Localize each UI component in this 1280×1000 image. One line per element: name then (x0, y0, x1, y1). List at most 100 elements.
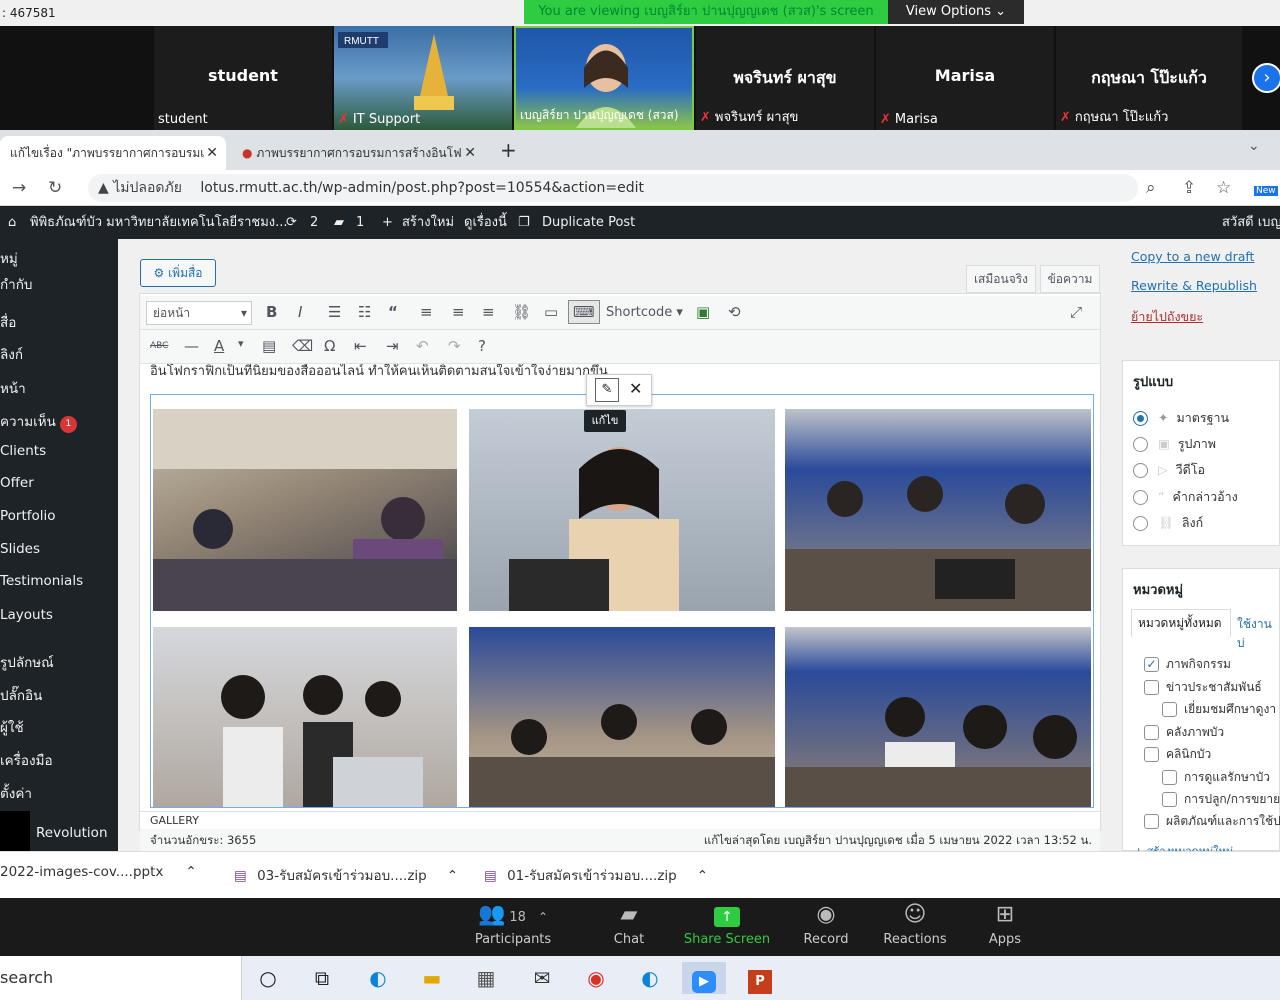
home-icon[interactable]: ⌂ (8, 207, 16, 239)
numbered-list-icon[interactable]: ☷ (358, 303, 371, 321)
italic-icon[interactable]: I (298, 303, 302, 321)
sidebar-item-clients[interactable]: Clients (0, 443, 46, 459)
edit-pencil-icon[interactable]: ✎ (595, 378, 619, 402)
sidebar-item-links[interactable]: ลิงก์ (0, 343, 23, 365)
participant-tile[interactable]: กฤษณา โป๊ะแก้ว ✗ กฤษณา โป๊ะแก้ว (1056, 26, 1242, 130)
add-category-link[interactable]: + สร้างหมวดหมู่ใหม่ (1134, 842, 1233, 851)
redo-icon[interactable]: ↷ (448, 337, 461, 355)
gallery-photo[interactable] (153, 627, 457, 807)
duplicate-icon[interactable]: ❐ (518, 207, 530, 239)
sidebar-item-media[interactable]: สื่อ (0, 311, 16, 333)
next-page-arrow-icon[interactable]: › (1252, 63, 1280, 93)
sidebar-item-tools[interactable]: เครื่องมือ (0, 749, 53, 771)
browser-tab-view[interactable]: ● ภาพบรรยากาศการอบรมการสร้างอินโฟ ✕ (232, 136, 484, 170)
cortana-icon[interactable]: ○ (250, 962, 286, 994)
move-to-trash-link[interactable]: ย้ายไปถังขยะ (1131, 307, 1203, 327)
help-icon[interactable]: ? (478, 337, 486, 355)
record-button[interactable]: ◉ Record (781, 898, 871, 947)
format-radio-quote[interactable]: “คำกล่าวอ้าง (1133, 487, 1238, 507)
sidebar-item-pages[interactable]: หน้า (0, 377, 26, 399)
horizontal-line-icon[interactable]: — (184, 337, 199, 355)
updates-count[interactable]: 2 (310, 207, 318, 239)
tab-text[interactable]: ข้อความ (1040, 265, 1100, 293)
view-options-button[interactable]: View Options ⌄ (888, 0, 1024, 24)
align-center-icon[interactable]: ≡ (452, 303, 465, 321)
sidebar-item-portfolio[interactable]: Portfolio (0, 508, 56, 524)
store-icon[interactable]: ▦ (468, 962, 504, 994)
chevron-down-icon[interactable]: ▾ (238, 337, 244, 350)
comment-icon[interactable]: ▰ (334, 207, 344, 239)
blockquote-icon[interactable]: “ (388, 303, 398, 321)
undo-icon[interactable]: ↶ (416, 337, 429, 355)
duplicate-post-link[interactable]: Duplicate Post (542, 207, 635, 239)
rewrite-republish-link[interactable]: Rewrite & Republish (1131, 278, 1257, 293)
remove-icon[interactable]: ✕ (629, 379, 642, 398)
category-checkbox[interactable]: การปลูก/การขยาย (1162, 790, 1280, 809)
mail-icon[interactable]: ✉ (524, 962, 560, 994)
user-greeting[interactable]: สวัสดี เบญ (1222, 207, 1280, 239)
download-item[interactable]: 2022-images-cov....pptx ⌃ (0, 864, 197, 880)
category-checkbox[interactable]: ข่าวประชาสัมพันธ์ (1144, 678, 1262, 697)
indent-icon[interactable]: ⇥ (386, 337, 399, 355)
task-view-icon[interactable]: ⧉ (304, 962, 340, 994)
gallery-photo[interactable] (785, 409, 1091, 611)
sidebar-item-revolution[interactable]: Revolution (36, 825, 108, 841)
reactions-button[interactable]: ☺ Reactions (870, 898, 960, 947)
participant-tile[interactable]: RMUTT ✗ IT Support (334, 26, 512, 130)
chevron-up-icon[interactable]: ⌃ (185, 864, 196, 880)
bullet-list-icon[interactable]: ☰ (328, 303, 341, 321)
zoom-app-icon[interactable]: ▶ (682, 962, 726, 994)
chevron-up-icon[interactable]: ⌃ (697, 868, 708, 884)
gallery-block[interactable] (150, 394, 1094, 808)
bold-icon[interactable]: B (266, 303, 277, 321)
clear-format-icon[interactable]: ⌫ (292, 337, 313, 355)
share-screen-button[interactable]: ↑ Share Screen (682, 898, 772, 947)
tab-most-used[interactable]: ใช้งานบ่ (1237, 615, 1279, 653)
close-tab-icon[interactable]: ✕ (206, 136, 218, 170)
read-more-icon[interactable]: ▭ (544, 303, 558, 321)
sidebar-item-plugins[interactable]: ปลั๊กอิน (0, 684, 42, 706)
refresh-icon[interactable]: ⟲ (728, 303, 741, 321)
category-checkbox[interactable]: ✓ ภาพกิจกรรม (1144, 655, 1231, 674)
format-select[interactable]: ย่อหน้า ▾ (146, 301, 252, 325)
sidebar-item-users[interactable]: ผู้ใช้ (0, 716, 24, 738)
sidebar-item[interactable]: หมู่ (0, 247, 18, 269)
chat-button[interactable]: ▰ Chat (584, 898, 674, 947)
format-radio-link[interactable]: ⛓ ลิงก์ (1133, 513, 1203, 533)
special-char-icon[interactable]: Ω (324, 337, 335, 355)
gallery-photo[interactable] (785, 627, 1091, 807)
align-right-icon[interactable]: ≡ (482, 303, 495, 321)
align-left-icon[interactable]: ≡ (420, 303, 433, 321)
chrome-icon[interactable]: ◉ (578, 962, 614, 994)
chevron-up-icon[interactable]: ⌃ (538, 910, 548, 924)
updates-icon[interactable]: ⟳ (286, 207, 297, 239)
sidebar-item-layouts[interactable]: Layouts (0, 607, 53, 623)
url-field[interactable]: ▲ ไม่ปลอดภัย lotus.rmutt.ac.th/wp-admin/… (88, 174, 1138, 202)
category-checkbox[interactable]: การดูแลรักษาบัว (1162, 768, 1270, 787)
paste-text-icon[interactable]: ▤ (262, 337, 276, 355)
plugin-icon[interactable]: ▣ (696, 303, 710, 321)
file-explorer-icon[interactable]: ▬ (414, 962, 450, 994)
category-checkbox[interactable]: คลินิกบัว (1144, 745, 1211, 764)
sidebar-item[interactable]: กำกับ (0, 273, 33, 295)
tab-all-categories[interactable]: หมวดหมู่ทั้งหมด (1131, 609, 1231, 637)
browser-tab-edit[interactable]: แก้ไขเรื่อง "ภาพบรรยากาศการอบรมเ ✕ (0, 136, 226, 170)
apps-button[interactable]: ⊞ Apps (960, 898, 1050, 947)
gallery-photo[interactable] (469, 627, 775, 807)
sidebar-item-appearance[interactable]: รูปลักษณ์ (0, 651, 54, 673)
participant-tile[interactable]: พจรินทร์ ผาสุข ✗ พจรินทร์ ผาสุข (696, 26, 874, 130)
tab-visual[interactable]: เสมือนจริง (966, 265, 1036, 293)
gallery-photo[interactable] (469, 409, 775, 611)
sidebar-item-offer[interactable]: Offer (0, 475, 34, 491)
share-icon[interactable]: ⇪ (1182, 178, 1196, 198)
strikethrough-icon[interactable]: ABC (150, 341, 168, 351)
category-checkbox[interactable]: คลังภาพบัว (1144, 723, 1224, 742)
toolbar-toggle-icon[interactable]: ⌨ (568, 300, 600, 324)
bookmark-star-icon[interactable]: ☆ (1216, 178, 1231, 198)
fullscreen-icon[interactable]: ⤢ (1070, 303, 1082, 321)
format-radio-video[interactable]: ▷ วีดีโอ (1133, 460, 1205, 480)
new-badge[interactable]: New (1254, 186, 1278, 196)
comments-count[interactable]: 1 (356, 207, 364, 239)
sidebar-item-comments[interactable]: ความเห็น 1 (0, 410, 77, 433)
format-radio-standard[interactable]: ✦ มาตรฐาน (1133, 408, 1229, 428)
